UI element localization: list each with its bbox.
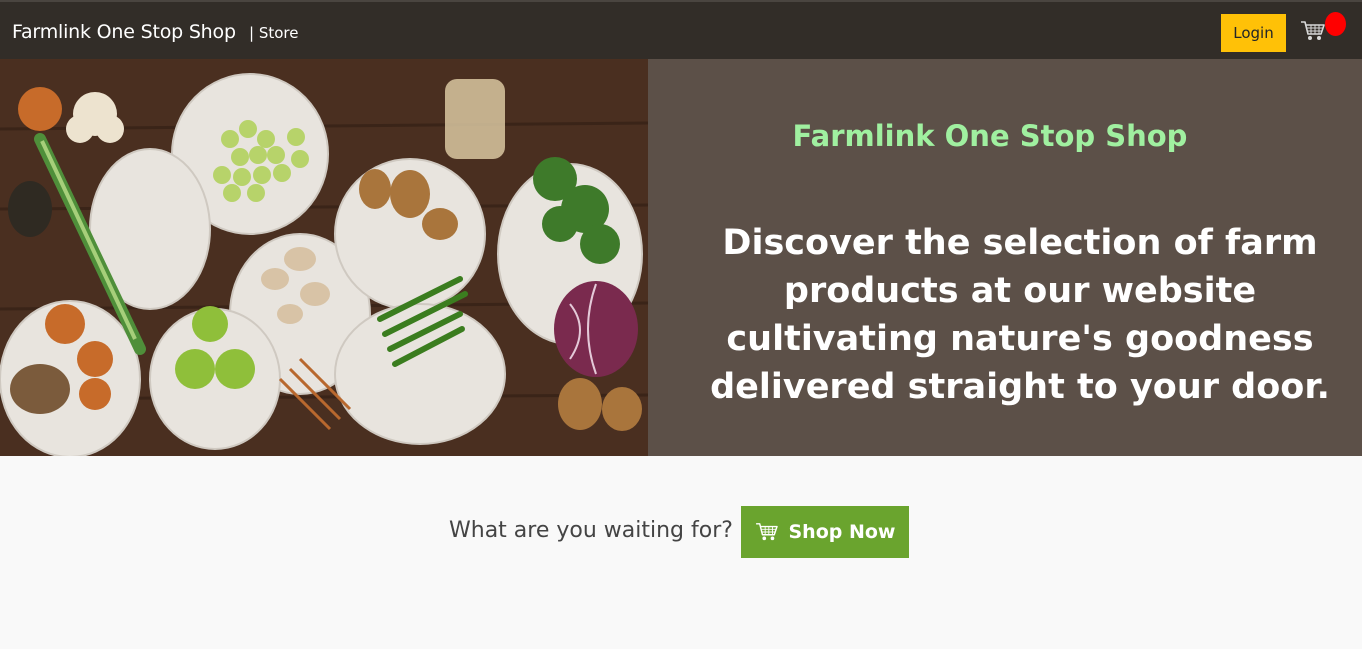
hero-image [0,59,648,456]
brand-link[interactable]: Farmlink One Stop Shop [12,21,236,43]
cta-section: What are you waiting for? Shop Now [0,456,1362,649]
hero-panel: Farmlink One Stop Shop Discover the sele… [648,59,1362,456]
cart-button[interactable] [1300,12,1350,48]
top-navbar: Farmlink One Stop Shop | Store Login [0,0,1362,59]
login-button[interactable]: Login [1221,14,1286,52]
store-link[interactable]: | Store [249,24,298,42]
cart-badge [1325,12,1346,36]
shop-now-label: Shop Now [788,521,896,543]
shopping-cart-icon [1301,21,1325,40]
shop-now-button[interactable]: Shop Now [741,506,909,558]
hero-description: Discover the selection of farm products … [710,223,1330,407]
cta-text: What are you waiting for? [449,518,733,543]
hero-section: Farmlink One Stop Shop Discover the sele… [0,59,1362,456]
hero-title: Farmlink One Stop Shop [792,119,1188,153]
shopping-cart-icon [755,523,778,541]
